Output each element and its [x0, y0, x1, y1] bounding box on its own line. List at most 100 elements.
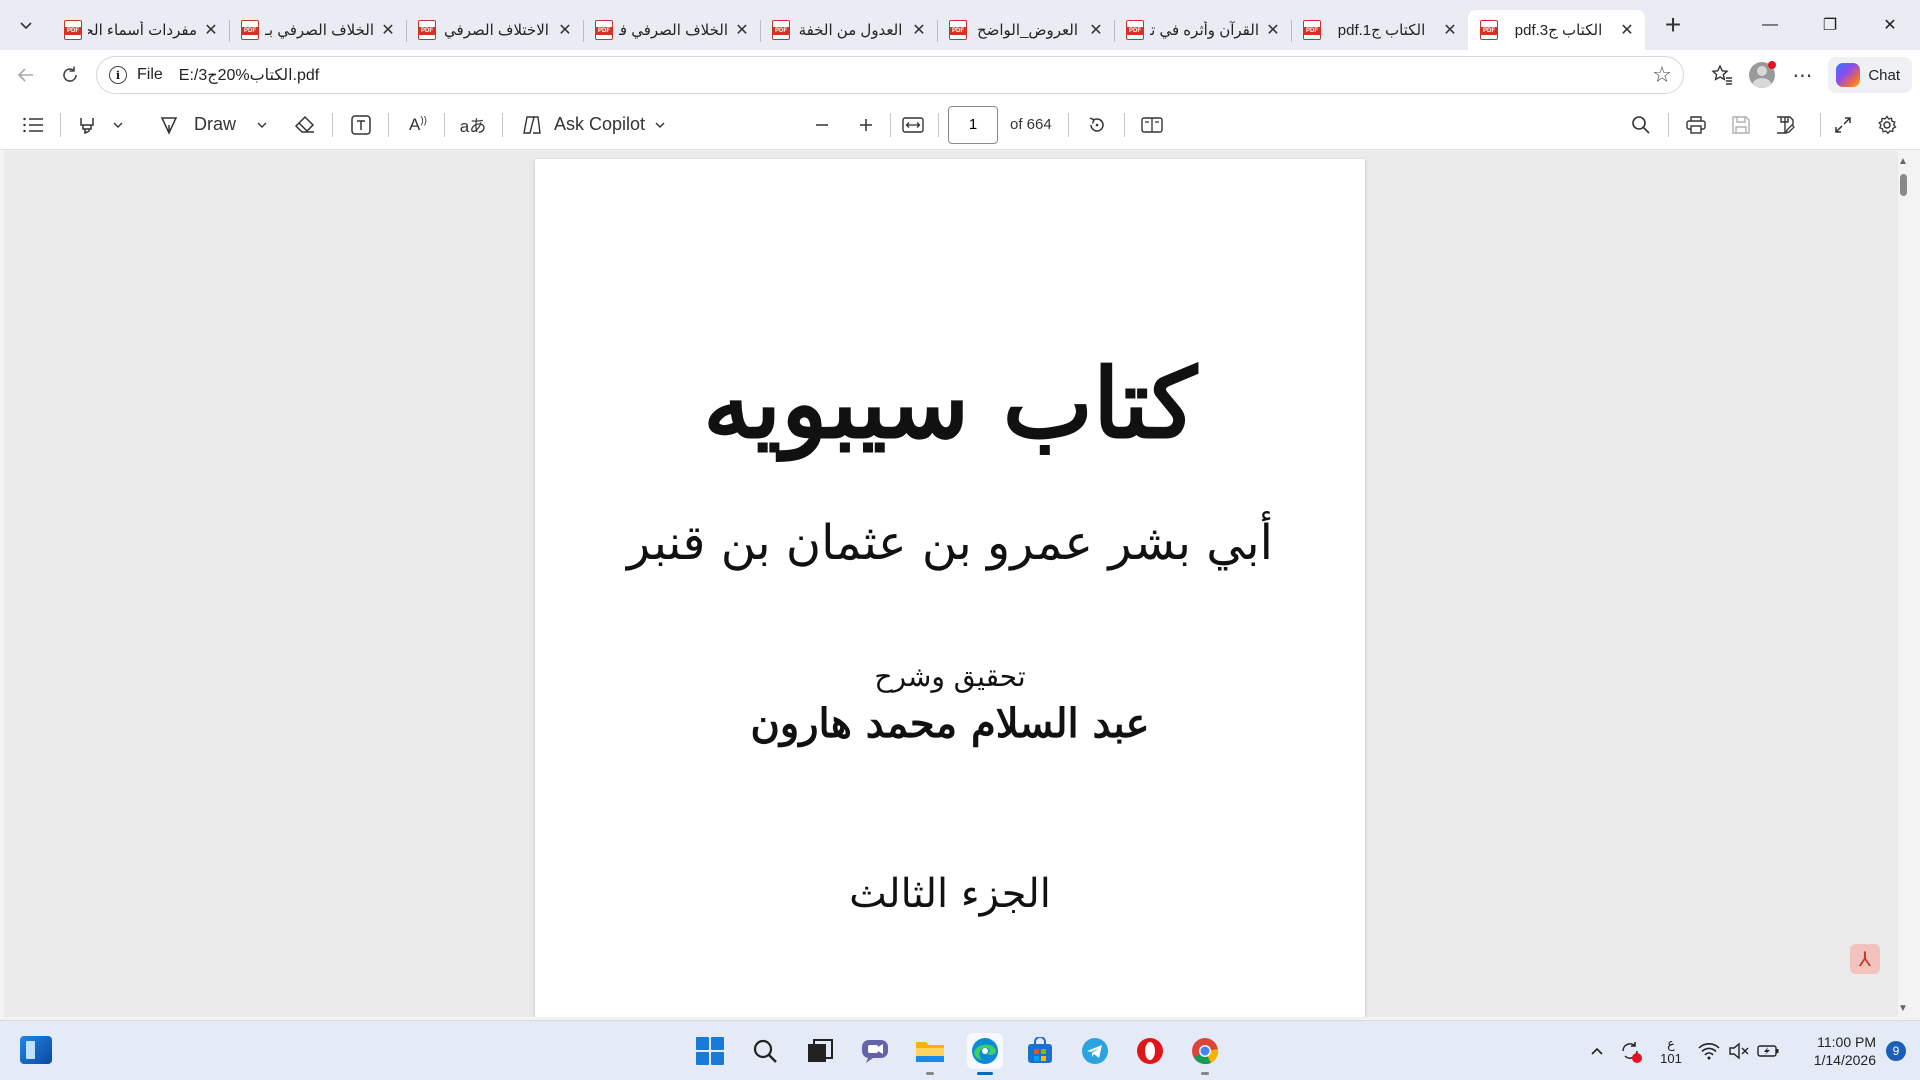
chrome-button[interactable] [1187, 1033, 1223, 1075]
translate-icon: aあ [459, 117, 487, 136]
chevron-down-icon [20, 22, 32, 30]
zoom-in-button[interactable] [854, 107, 878, 143]
tab-title: الاختلاف الصرفي [444, 22, 549, 39]
zoom-out-button[interactable] [810, 107, 834, 143]
tab-close-icon[interactable]: ✕ [734, 20, 750, 40]
scroll-down-arrow-icon[interactable]: ▼ [1898, 1003, 1908, 1014]
tab-6[interactable]: العروض_الواضح ✕ [937, 10, 1114, 50]
ask-copilot-label[interactable]: Ask Copilot [554, 107, 645, 143]
plus-icon [860, 118, 872, 131]
teams-chat-button[interactable] [857, 1033, 893, 1069]
favorite-star-icon[interactable]: ☆ [1649, 62, 1675, 88]
scroll-thumb[interactable] [1900, 174, 1907, 196]
url-scheme-label: File [137, 66, 163, 83]
system-tray: ع 101 11:00 PM 1/14/2026 9 [1582, 1021, 1920, 1080]
find-button[interactable] [1628, 107, 1654, 143]
tab-actions-menu-button[interactable] [8, 7, 44, 43]
table-of-contents-button[interactable] [18, 107, 48, 143]
widgets-icon[interactable] [20, 1036, 52, 1064]
tab-8[interactable]: الكتاب ج1.pdf ✕ [1291, 10, 1468, 50]
sync-status-button[interactable] [1612, 1031, 1648, 1071]
copilot-chat-button[interactable]: Chat [1828, 57, 1912, 93]
read-aloud-button[interactable]: A)) [404, 107, 432, 143]
url-text[interactable]: E:/الكتاب%20ج3.pdf [179, 65, 319, 85]
tab-title: الكتاب ج3.pdf [1514, 22, 1603, 39]
full-screen-button[interactable] [1830, 107, 1856, 143]
toolbar-separator [388, 112, 389, 137]
edge-button[interactable] [967, 1033, 1003, 1075]
ime-language: ع [1667, 1036, 1675, 1051]
restore-button[interactable]: ❐ [1800, 0, 1860, 50]
battery-status[interactable] [1754, 1031, 1784, 1071]
tab-close-icon[interactable]: ✕ [911, 20, 927, 40]
notification-count-badge[interactable]: 9 [1886, 1041, 1906, 1061]
tab-close-icon[interactable]: ✕ [1088, 20, 1104, 40]
wifi-status[interactable] [1694, 1031, 1724, 1071]
clock[interactable]: 11:00 PM 1/14/2026 [1784, 1031, 1876, 1071]
pdf-settings-button[interactable] [1874, 107, 1900, 143]
site-info-icon[interactable]: i [109, 66, 127, 84]
save-as-button[interactable] [1772, 107, 1798, 143]
minimize-button[interactable]: — [1740, 0, 1800, 50]
new-tab-button[interactable]: + [1655, 7, 1691, 43]
draw-options-button[interactable] [252, 107, 272, 143]
store-bag-icon [1028, 1037, 1052, 1063]
tab-3[interactable]: الاختلاف الصرفي ✕ [406, 10, 583, 50]
highlight-button[interactable] [74, 107, 100, 143]
more-options-button[interactable]: ⋯ [1782, 57, 1822, 93]
page-number-input[interactable] [948, 105, 998, 144]
add-text-button[interactable] [348, 107, 374, 143]
file-explorer-button[interactable] [912, 1033, 948, 1075]
favorites-button[interactable] [1702, 57, 1742, 93]
fit-to-width-button[interactable] [900, 107, 926, 143]
refresh-button[interactable] [52, 57, 88, 93]
start-button[interactable] [692, 1033, 728, 1069]
copilot-options-button[interactable] [650, 107, 670, 143]
highlight-options-button[interactable] [108, 107, 128, 143]
tab-close-icon[interactable]: ✕ [1265, 20, 1281, 40]
profile-button[interactable] [1742, 57, 1782, 93]
tab-close-icon[interactable]: ✕ [203, 20, 219, 40]
search-button[interactable] [747, 1033, 783, 1069]
tab-2[interactable]: الخلاف الصرفي بـ ✕ [229, 10, 406, 50]
back-button[interactable] [8, 57, 44, 93]
telegram-button[interactable] [1077, 1033, 1113, 1069]
pdf-viewer[interactable]: كتاب سيبويه أبي بشر عمرو بن عثمان بن قنب… [4, 151, 1898, 1017]
acrobat-icon[interactable]: ⅄ [1850, 944, 1880, 974]
translate-button[interactable]: aあ [458, 107, 488, 143]
vertical-scrollbar[interactable]: ▲ ▼ [1896, 156, 1910, 1014]
rotate-button[interactable] [1084, 107, 1110, 143]
close-window-button[interactable]: ✕ [1860, 0, 1920, 50]
microsoft-store-button[interactable] [1022, 1033, 1058, 1069]
tab-strip: مفردات أسماء الحـ ✕ الخلاف الصرفي بـ ✕ ا… [0, 0, 1920, 50]
tab-1[interactable]: مفردات أسماء الحـ ✕ [52, 10, 229, 50]
volume-status[interactable] [1724, 1031, 1754, 1071]
tab-5[interactable]: العدول من الخفة ✕ [760, 10, 937, 50]
running-indicator [926, 1072, 934, 1075]
tab-7[interactable]: القرآن وأثره في تـ ✕ [1114, 10, 1291, 50]
ask-copilot-button[interactable] [518, 107, 546, 143]
address-bar[interactable]: i File E:/الكتاب%20ج3.pdf ☆ [96, 56, 1684, 94]
scroll-up-arrow-icon[interactable]: ▲ [1898, 156, 1908, 167]
draw-button[interactable] [156, 107, 182, 143]
opera-button[interactable] [1132, 1033, 1168, 1069]
browser-tools: ⋯ Chat [1702, 50, 1920, 100]
tab-close-icon[interactable]: ✕ [1442, 20, 1458, 40]
task-view-button[interactable] [802, 1033, 838, 1069]
erase-button[interactable] [292, 107, 318, 143]
tab-close-icon[interactable]: ✕ [557, 20, 573, 40]
tab-title: القرآن وأثره في تـ [1150, 22, 1259, 39]
tab-4[interactable]: الخلاف الصرفي فـ ✕ [583, 10, 760, 50]
toolbar-separator [1068, 112, 1069, 137]
page-view-button[interactable] [1138, 107, 1166, 143]
tab-close-icon[interactable]: ✕ [1619, 20, 1635, 40]
show-hidden-icons-button[interactable] [1582, 1031, 1612, 1071]
tab-9-active[interactable]: الكتاب ج3.pdf ✕ [1468, 10, 1645, 50]
tab-close-icon[interactable]: ✕ [380, 20, 396, 40]
print-button[interactable] [1682, 107, 1710, 143]
input-method-indicator[interactable]: ع 101 [1648, 1031, 1694, 1071]
toolbar-separator [60, 112, 61, 137]
refresh-icon [63, 66, 77, 82]
draw-label[interactable]: Draw [194, 107, 236, 143]
save-button[interactable] [1728, 107, 1754, 143]
